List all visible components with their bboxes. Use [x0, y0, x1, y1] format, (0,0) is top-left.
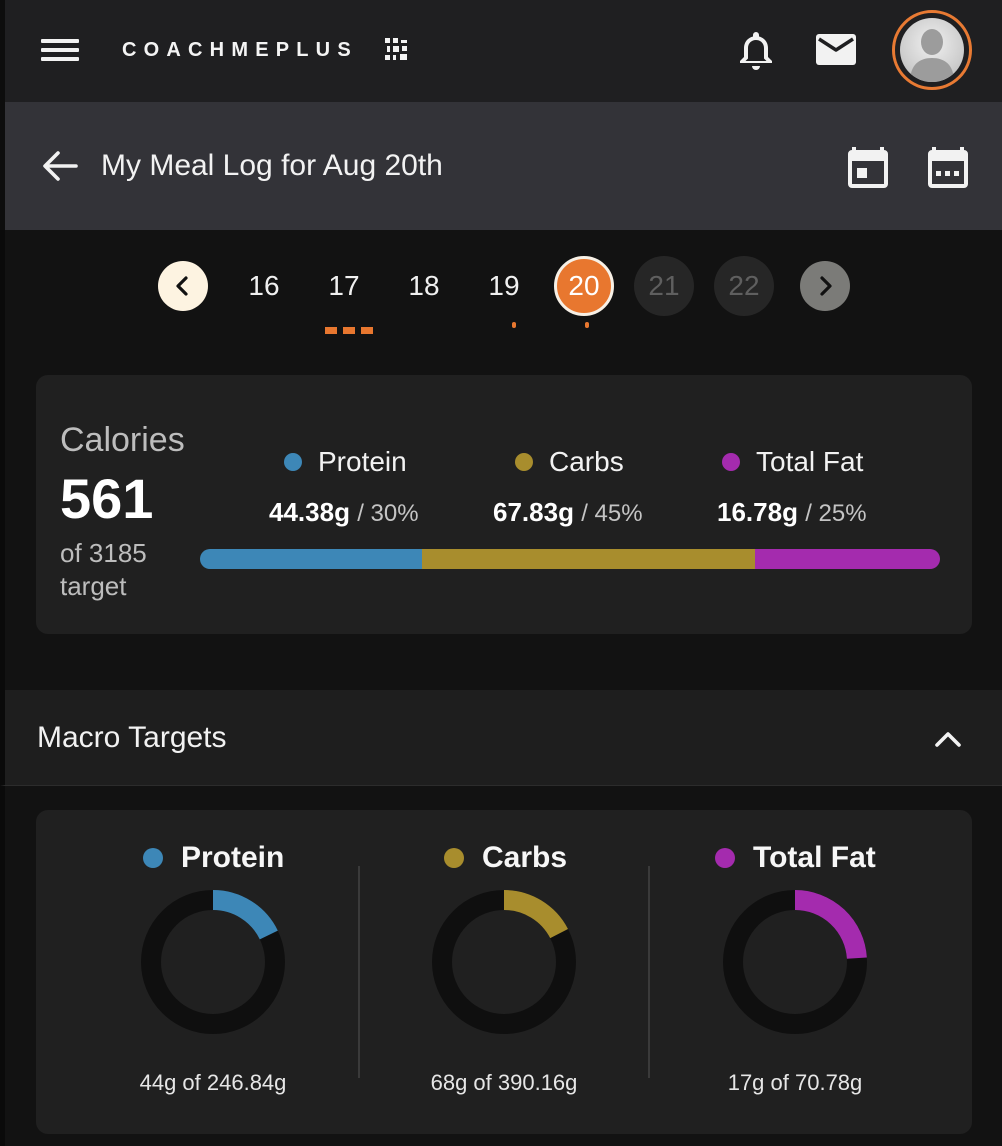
calories-target: of 3185 target [60, 538, 147, 601]
protein-target-label: Protein [181, 841, 285, 874]
day-17-meal-indicator [325, 327, 373, 335]
protein-target-dot-icon [143, 848, 163, 868]
fat-grams: 16.78g [717, 497, 798, 527]
fat-progress-donut [723, 890, 867, 1034]
carbs-dot-icon [515, 453, 533, 471]
carbs-progress-donut [432, 890, 576, 1034]
previous-days-button[interactable] [158, 261, 208, 311]
carbs-target-dot-icon [444, 848, 464, 868]
carbs-amount: 67.83g / 45% [493, 496, 643, 530]
fat-legend: Total Fat [722, 444, 863, 480]
carbs-target-header: Carbs [444, 838, 567, 878]
protein-target-summary: 44g of 246.84g [139, 1070, 287, 1095]
day-20-selected[interactable]: 20 [554, 256, 614, 316]
avatar[interactable] [892, 10, 972, 90]
calendar-week-icon[interactable] [926, 144, 970, 190]
carbs-bar-segment [422, 549, 755, 569]
chevron-left-icon [176, 276, 188, 296]
day-19[interactable]: 19 [476, 258, 532, 314]
fat-target-summary: 17g of 70.78g [727, 1070, 863, 1095]
day-16[interactable]: 16 [236, 258, 292, 314]
protein-amount: 44.38g / 30% [269, 496, 419, 530]
donut-progress-arc [794, 890, 867, 960]
donut-progress-arc [212, 890, 278, 940]
day-22[interactable]: 22 [714, 256, 774, 316]
day-21[interactable]: 21 [634, 256, 694, 316]
carbs-grams: 67.83g [493, 497, 574, 527]
protein-legend-label: Protein [318, 446, 407, 477]
macro-targets-title: Macro Targets [37, 721, 227, 754]
fat-percent: / 25% [805, 500, 867, 527]
carbs-target-summary: 68g of 390.16g [430, 1070, 578, 1095]
brand-logo-mark-icon [385, 38, 407, 60]
column-divider [358, 866, 360, 1078]
protein-target-header: Protein [143, 838, 284, 878]
fat-target-label: Total Fat [753, 841, 876, 874]
protein-dot-icon [284, 453, 302, 471]
calories-label: Calories [60, 421, 185, 459]
column-divider [648, 866, 650, 1078]
next-days-button[interactable] [800, 261, 850, 311]
fat-bar-segment [755, 549, 940, 569]
carbs-target-label: Carbs [482, 841, 568, 874]
carbs-percent: / 45% [581, 500, 643, 527]
day-19-meal-indicator [512, 322, 516, 328]
fat-legend-label: Total Fat [756, 446, 864, 477]
calendar-day-icon[interactable] [846, 144, 890, 190]
user-silhouette-icon [910, 29, 954, 82]
back-arrow-icon[interactable] [38, 144, 82, 188]
macro-split-bar [200, 549, 940, 569]
calories-value: 561 [60, 467, 154, 530]
protein-grams: 44.38g [269, 497, 350, 527]
hamburger-menu-icon[interactable] [36, 34, 84, 66]
fat-dot-icon [722, 453, 740, 471]
fat-amount: 16.78g / 25% [717, 496, 867, 530]
carbs-legend-label: Carbs [549, 446, 624, 477]
chevron-right-icon [820, 276, 832, 296]
fat-target-header: Total Fat [715, 838, 876, 878]
fat-target-dot-icon [715, 848, 735, 868]
protein-progress-donut [141, 890, 285, 1034]
protein-percent: / 30% [357, 500, 419, 527]
day-20-meal-indicator [585, 322, 589, 328]
day-17[interactable]: 17 [316, 258, 372, 314]
chevron-up-icon[interactable] [928, 720, 968, 756]
donut-progress-arc [503, 890, 569, 939]
page-title: My Meal Log for Aug 20th [101, 149, 443, 182]
carbs-legend: Carbs [515, 444, 624, 480]
day-18[interactable]: 18 [396, 258, 452, 314]
bell-icon[interactable] [734, 28, 778, 72]
envelope-icon[interactable] [812, 30, 860, 70]
protein-bar-segment [200, 549, 422, 569]
protein-legend: Protein [284, 444, 407, 480]
brand-logo-text: COACHMEPLUS [122, 39, 358, 61]
